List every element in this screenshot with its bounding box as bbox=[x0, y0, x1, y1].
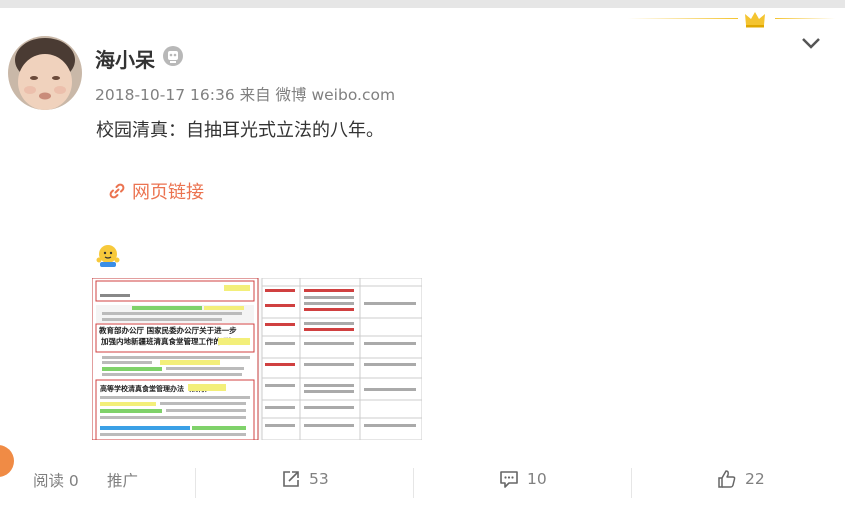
comment-count: 10 bbox=[527, 470, 547, 488]
vip-badge-icon bbox=[163, 46, 183, 66]
crown-icon bbox=[745, 12, 765, 28]
read-count: 阅读 0 bbox=[33, 469, 79, 491]
doc-subheading: 加强内地新疆班清真食堂管理工作的通知 bbox=[100, 336, 236, 346]
username[interactable]: 海小呆 bbox=[95, 44, 155, 73]
chevron-down-icon[interactable] bbox=[799, 34, 823, 52]
crown-divider-left bbox=[628, 18, 738, 19]
attachment-image[interactable]: 教育部办公厅 国家民委办公厅关于进一步 加强内地新疆班清真食堂管理工作的通知 高… bbox=[92, 278, 422, 440]
comment-icon bbox=[500, 471, 518, 488]
comment-button[interactable]: 10 bbox=[499, 469, 547, 489]
like-button[interactable]: 22 bbox=[717, 469, 765, 489]
repost-icon bbox=[283, 471, 299, 487]
promote-label: 推广 bbox=[107, 472, 139, 490]
post-meta: 2018-10-17 16:36 来自 微博 weibo.com bbox=[95, 86, 396, 104]
avatar[interactable] bbox=[8, 36, 82, 110]
post-text: 校园清真：自抽耳光式立法的八年。 bbox=[96, 120, 384, 141]
divider bbox=[631, 468, 632, 498]
web-link-label: 网页链接 bbox=[132, 182, 204, 203]
crown-divider-right bbox=[775, 18, 835, 19]
read-label: 阅读 0 bbox=[33, 472, 79, 490]
like-icon bbox=[718, 470, 736, 488]
top-bar bbox=[0, 0, 845, 8]
like-count: 22 bbox=[745, 470, 765, 488]
promote-button[interactable]: 推广 bbox=[107, 469, 138, 491]
web-link[interactable]: 网页链接 bbox=[108, 178, 204, 204]
divider bbox=[195, 468, 196, 498]
link-icon bbox=[109, 183, 125, 199]
doc-heading: 教育部办公厅 国家民委办公厅关于进一步 bbox=[98, 325, 237, 335]
emoji-icon bbox=[96, 245, 120, 267]
repost-button[interactable]: 53 bbox=[281, 469, 329, 489]
post-footer: 阅读 0 推广 53 10 22 bbox=[0, 454, 845, 516]
repost-count: 53 bbox=[309, 470, 329, 488]
divider bbox=[413, 468, 414, 498]
